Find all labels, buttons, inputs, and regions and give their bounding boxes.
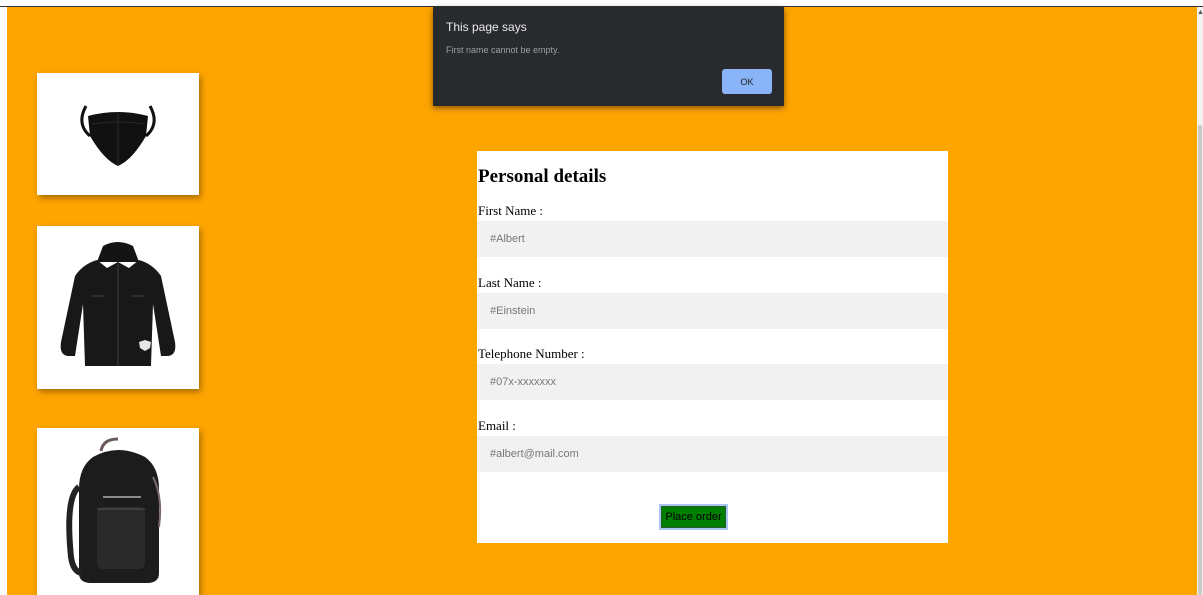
product-card-mask[interactable] xyxy=(37,73,199,195)
last-name-input[interactable] xyxy=(477,293,948,329)
first-name-label: First Name : xyxy=(478,203,543,218)
jacket-icon xyxy=(60,241,176,366)
place-order-button[interactable]: Place order xyxy=(659,504,728,530)
form-title: Personal details xyxy=(478,166,607,187)
product-card-jacket[interactable] xyxy=(37,226,199,389)
product-card-backpack[interactable] xyxy=(37,428,199,595)
telephone-input[interactable] xyxy=(477,364,948,400)
alert-dialog: This page says First name cannot be empt… xyxy=(433,7,784,106)
telephone-label: Telephone Number : xyxy=(478,346,585,361)
email-input[interactable] xyxy=(477,436,948,472)
first-name-input[interactable] xyxy=(477,221,948,257)
personal-details-form: Personal details First Name : Last Name … xyxy=(477,151,948,543)
dialog-title: This page says xyxy=(446,20,527,34)
face-mask-icon xyxy=(80,105,156,166)
scrollbar-thumb[interactable] xyxy=(1198,125,1202,595)
dialog-ok-button[interactable]: OK xyxy=(722,69,772,94)
last-name-label: Last Name : xyxy=(478,275,542,290)
scroll-up-arrow-icon[interactable]: ▲ xyxy=(1197,8,1203,16)
backpack-icon xyxy=(66,437,162,583)
dialog-message: First name cannot be empty. xyxy=(446,45,560,55)
email-label: Email : xyxy=(478,418,516,433)
